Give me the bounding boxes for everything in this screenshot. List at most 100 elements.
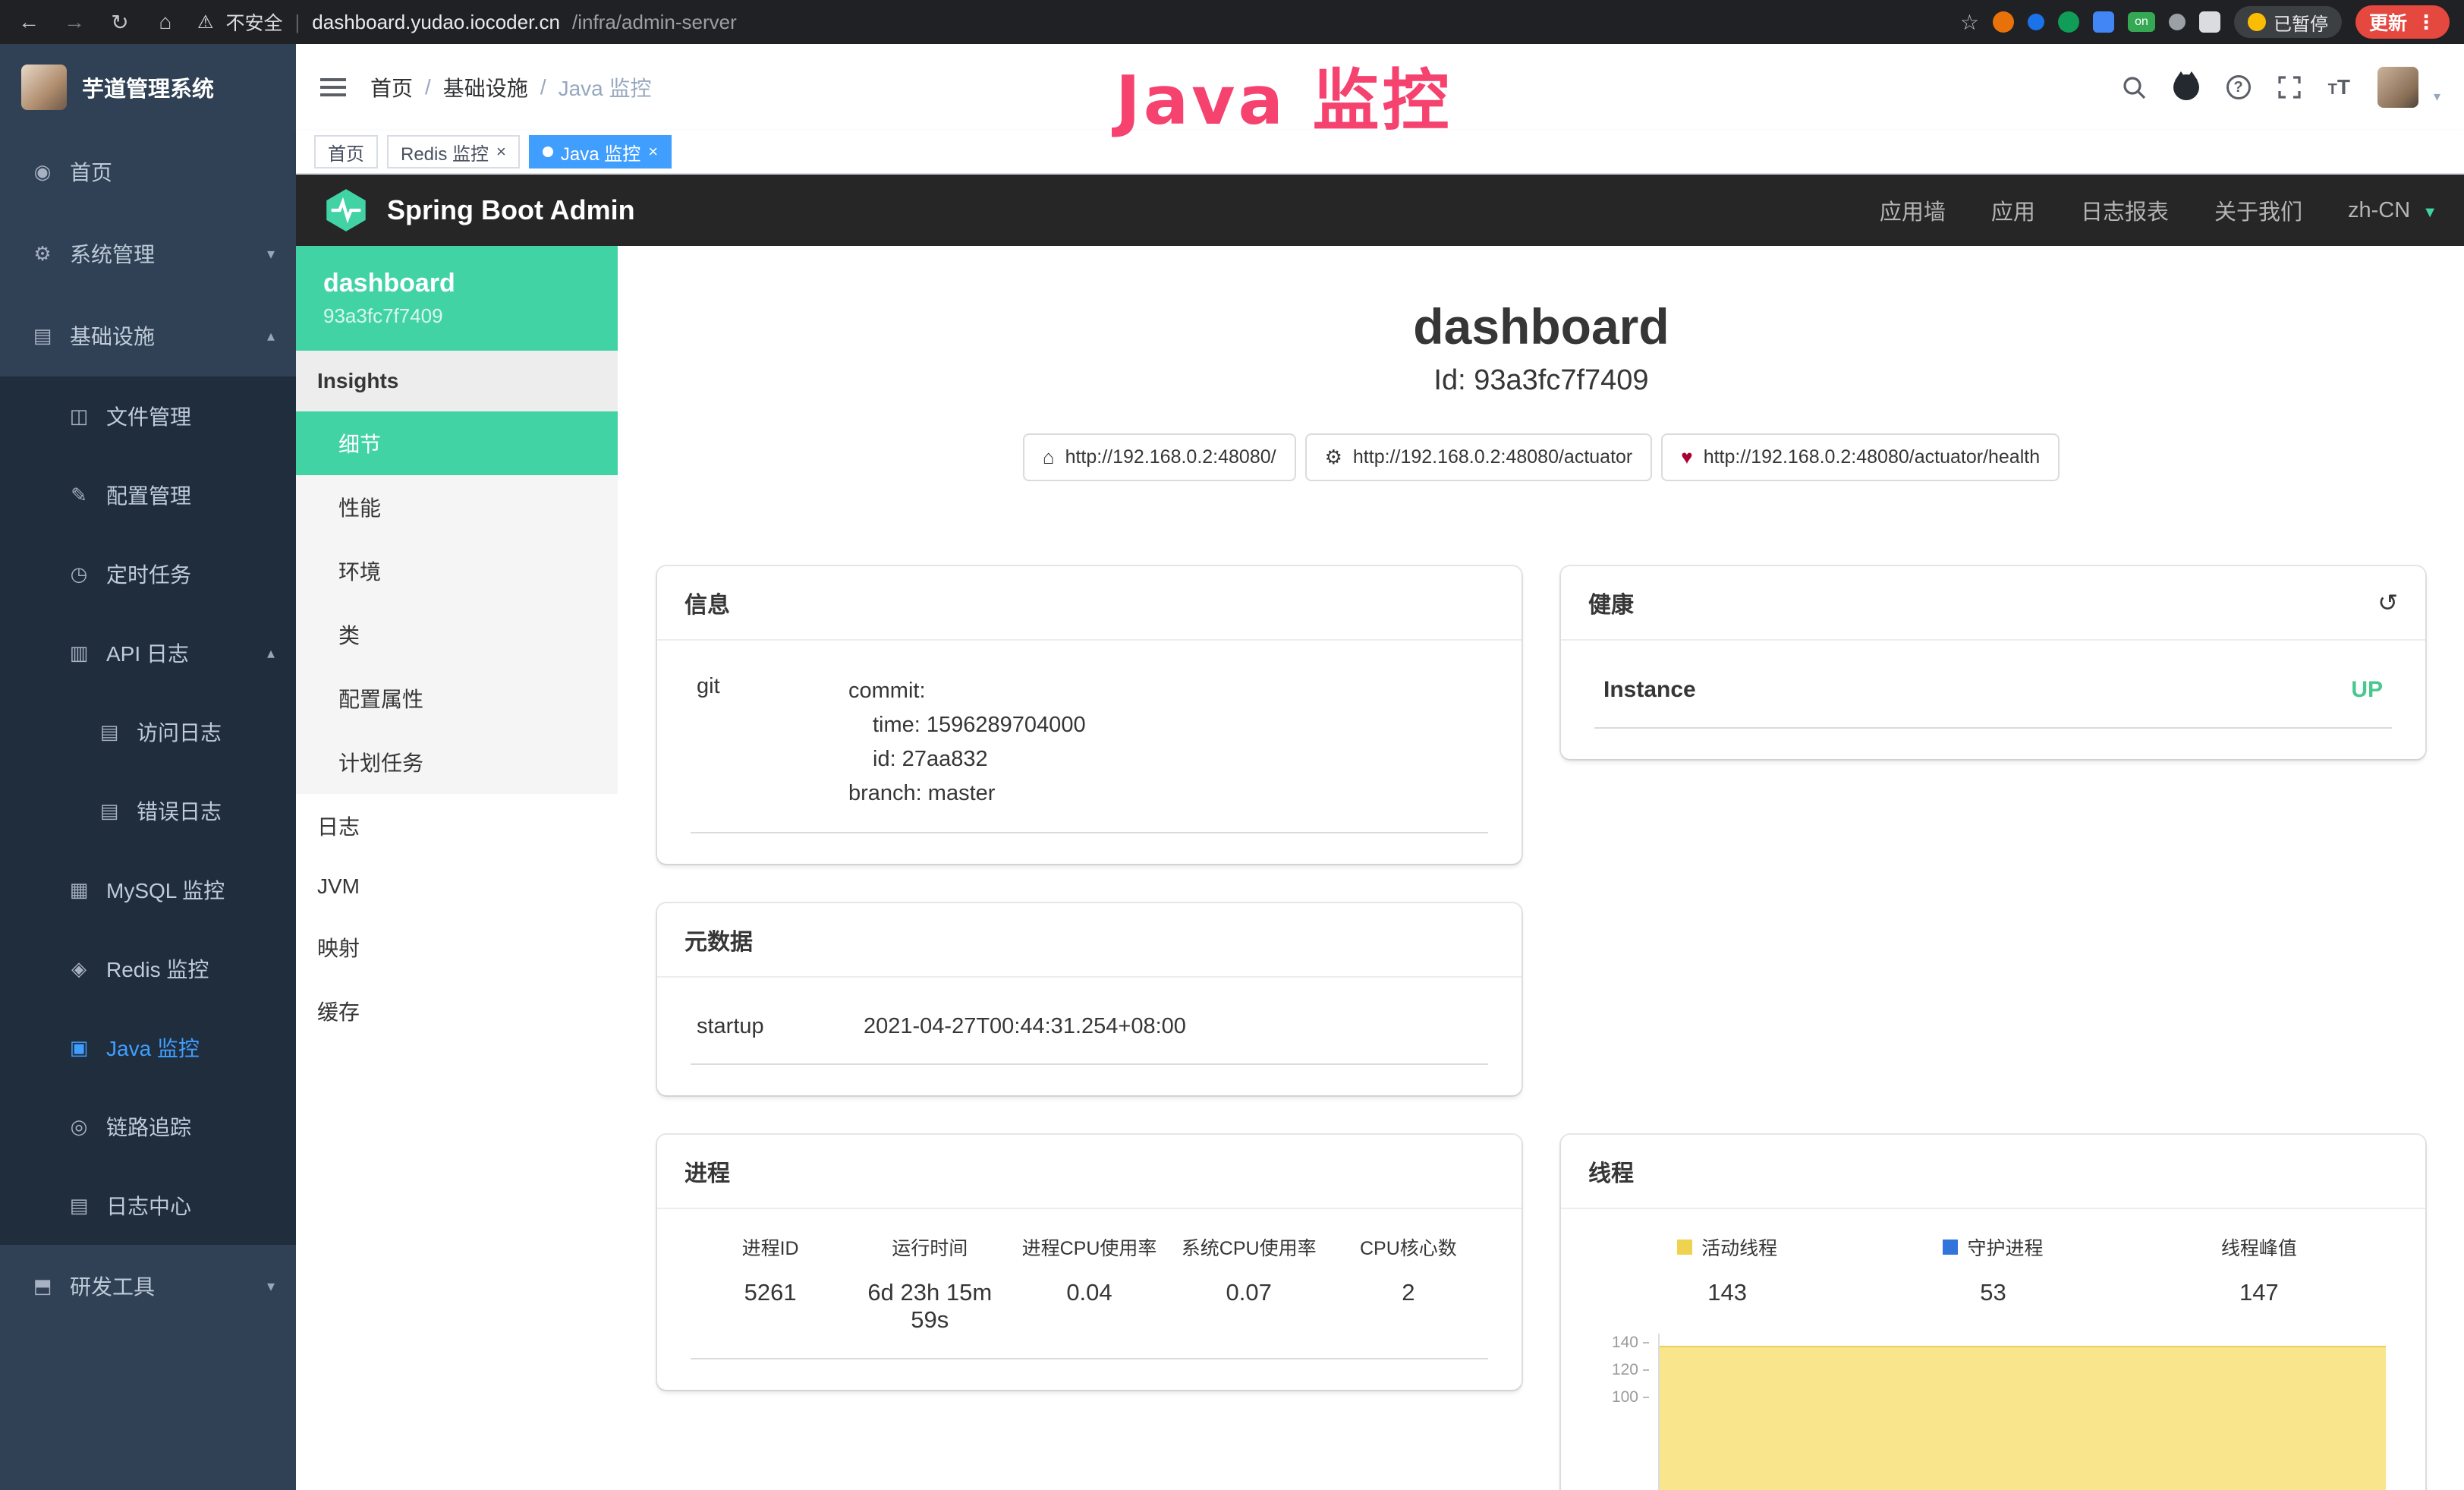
sba-brand[interactable]: Spring Boot Admin bbox=[387, 194, 635, 226]
sidebar-item-trace[interactable]: ◎ 链路追踪 bbox=[0, 1087, 296, 1166]
app-sidebar: 芋道管理系统 ◉ 首页 ⚙ 系统管理 ▾ ▤ 基础设施 ▴ ◫ 文件管理 bbox=[0, 44, 296, 1490]
sidebar-item-mysql-monitor[interactable]: ▦ MySQL 监控 bbox=[0, 850, 296, 929]
menu-kebab-icon[interactable]: ⋮ bbox=[2416, 11, 2436, 34]
font-size-icon[interactable]: TT bbox=[2328, 75, 2350, 99]
sba-item-jvm[interactable]: JVM bbox=[296, 858, 618, 915]
legend-swatch-daemon bbox=[1943, 1240, 1958, 1255]
header-actions: ? TT ▾ bbox=[2122, 67, 2440, 108]
breadcrumb-separator: / bbox=[540, 75, 546, 99]
fullscreen-icon[interactable] bbox=[2278, 76, 2301, 99]
sidebar-item-scheduled-tasks[interactable]: ◷ 定时任务 bbox=[0, 534, 296, 613]
sba-navbar: Spring Boot Admin 应用墙 应用 日志报表 关于我们 zh-CN… bbox=[296, 175, 2464, 246]
sba-nav-wallboard[interactable]: 应用墙 bbox=[1880, 194, 1946, 226]
sidebar-item-config-management[interactable]: ✎ 配置管理 bbox=[0, 455, 296, 534]
sba-item-logs[interactable]: 日志 bbox=[296, 794, 618, 858]
cpu-cores: 2 bbox=[1329, 1279, 1488, 1334]
status-badge: UP bbox=[2351, 677, 2383, 703]
extension-icon-1[interactable] bbox=[1993, 11, 2014, 33]
security-label: 不安全 bbox=[226, 8, 283, 36]
sidebar-item-label: 首页 bbox=[70, 156, 112, 187]
tab-java-monitor[interactable]: Java 监控 × bbox=[529, 135, 672, 169]
sidebar-item-java-monitor[interactable]: ▣ Java 监控 bbox=[0, 1008, 296, 1087]
threads-card: 线程 活动线程 143 bbox=[1561, 1135, 2425, 1490]
back-icon[interactable]: ← bbox=[15, 10, 42, 34]
sba-item-classes[interactable]: 类 bbox=[296, 603, 618, 666]
home-icon[interactable]: ⌂ bbox=[152, 10, 179, 34]
extension-icon-5[interactable] bbox=[2169, 14, 2186, 30]
sidebar-item-log-center[interactable]: ▤ 日志中心 bbox=[0, 1166, 296, 1245]
instance-header[interactable]: dashboard 93a3fc7f7409 bbox=[296, 246, 618, 351]
actuator-url-button[interactable]: ⚙ http://192.168.0.2:48080/actuator bbox=[1305, 433, 1653, 481]
chevron-up-icon: ▴ bbox=[267, 326, 275, 345]
sidebar-item-api-logs[interactable]: ▥ API 日志 ▴ bbox=[0, 613, 296, 692]
sba-nav-language[interactable]: zh-CN ▼ bbox=[2348, 198, 2437, 223]
search-icon[interactable] bbox=[2122, 75, 2146, 99]
trace-icon: ◎ bbox=[67, 1115, 91, 1139]
sidebar-item-error-logs[interactable]: ▤ 错误日志 bbox=[0, 771, 296, 850]
chevron-down-icon[interactable]: ▾ bbox=[2434, 89, 2440, 108]
redis-icon: ◈ bbox=[67, 957, 91, 981]
close-icon[interactable]: × bbox=[496, 142, 506, 162]
extension-icon-3[interactable] bbox=[2058, 11, 2079, 33]
extension-puzzle-icon[interactable] bbox=[2199, 11, 2220, 33]
sidebar-item-infrastructure[interactable]: ▤ 基础设施 ▴ bbox=[0, 295, 296, 376]
sba-item-caches[interactable]: 缓存 bbox=[296, 979, 618, 1043]
breadcrumb-infrastructure[interactable]: 基础设施 bbox=[443, 72, 528, 102]
close-icon[interactable]: × bbox=[648, 142, 658, 162]
sba-nav-journal[interactable]: 日志报表 bbox=[2081, 194, 2169, 226]
sidebar-item-redis-monitor[interactable]: ◈ Redis 监控 bbox=[0, 929, 296, 1008]
sba-item-metrics[interactable]: 性能 bbox=[296, 475, 618, 539]
extension-on-icon[interactable]: on bbox=[2128, 12, 2155, 32]
health-url-button[interactable]: ♥ http://192.168.0.2:48080/actuator/heal… bbox=[1661, 433, 2060, 481]
sba-item-scheduled-tasks[interactable]: 计划任务 bbox=[296, 730, 618, 794]
sidebar-item-home[interactable]: ◉ 首页 bbox=[0, 131, 296, 213]
tab-redis-monitor[interactable]: Redis 监控 × bbox=[387, 135, 520, 169]
instance-id: 93a3fc7f7409 bbox=[323, 304, 590, 328]
tools-icon: ⬒ bbox=[30, 1274, 55, 1298]
sba-nav-about[interactable]: 关于我们 bbox=[2214, 194, 2302, 226]
url-host[interactable]: dashboard.yudao.iocoder.cn bbox=[312, 11, 560, 34]
collapse-sidebar-icon[interactable] bbox=[320, 78, 346, 96]
tab-home[interactable]: 首页 bbox=[314, 135, 378, 169]
update-button[interactable]: 更新 ⋮ bbox=[2355, 5, 2450, 39]
sidebar-item-label: 日志中心 bbox=[106, 1190, 191, 1221]
help-icon[interactable]: ? bbox=[2226, 75, 2251, 99]
extension-icon-2[interactable] bbox=[2028, 14, 2044, 30]
reload-icon[interactable]: ↻ bbox=[106, 10, 134, 35]
access-log-icon: ▤ bbox=[97, 720, 121, 744]
threads-legend: 活动线程 143 守护进程 bbox=[1594, 1233, 2392, 1306]
sidebar-item-label: 访问日志 bbox=[137, 717, 222, 747]
annotation-overlay: Java 监控 bbox=[1116, 47, 1452, 143]
sba-item-environment[interactable]: 环境 bbox=[296, 539, 618, 603]
column-header: 进程CPU使用率 bbox=[1009, 1233, 1169, 1261]
history-icon[interactable]: ↺ bbox=[2377, 588, 2398, 617]
security-warning-icon[interactable]: ⚠ bbox=[197, 11, 214, 33]
sidebar-item-access-logs[interactable]: ▤ 访问日志 bbox=[0, 692, 296, 771]
metadata-row: startup 2021-04-27T00:44:31.254+08:00 bbox=[691, 1002, 1488, 1065]
service-url-button[interactable]: ⌂ http://192.168.0.2:48080/ bbox=[1023, 433, 1296, 481]
sba-item-details[interactable]: 细节 bbox=[296, 411, 618, 475]
sidebar-item-system[interactable]: ⚙ 系统管理 ▾ bbox=[0, 213, 296, 295]
sba-item-mappings[interactable]: 映射 bbox=[296, 915, 618, 979]
sidebar-item-dev-tools[interactable]: ⬒ 研发工具 ▾ bbox=[0, 1245, 296, 1327]
chart-plot-area bbox=[1658, 1334, 2386, 1490]
address-bar[interactable]: ⚠ 不安全 | dashboard.yudao.iocoder.cn/infra… bbox=[197, 8, 1942, 36]
sba-sidebar: dashboard 93a3fc7f7409 Insights 细节 性能 环境… bbox=[296, 246, 618, 1490]
url-path[interactable]: /infra/admin-server bbox=[572, 11, 737, 34]
bookmark-star-icon[interactable]: ☆ bbox=[1960, 10, 1979, 35]
language-label: zh-CN bbox=[2348, 198, 2410, 222]
paused-badge[interactable]: 已暂停 bbox=[2234, 6, 2342, 38]
sidebar-item-file-management[interactable]: ◫ 文件管理 bbox=[0, 376, 296, 455]
sba-item-config-props[interactable]: 配置属性 bbox=[296, 666, 618, 730]
chevron-up-icon: ▴ bbox=[267, 644, 275, 663]
avatar[interactable] bbox=[2377, 67, 2418, 108]
sidebar-item-label: Java 监控 bbox=[106, 1032, 200, 1063]
extension-icon-4[interactable] bbox=[2093, 11, 2114, 33]
sba-nav-applications[interactable]: 应用 bbox=[1991, 194, 2035, 226]
tab-label: 首页 bbox=[328, 139, 364, 165]
github-icon[interactable] bbox=[2173, 74, 2199, 100]
breadcrumb: 首页 / 基础设施 / Java 监控 bbox=[370, 72, 652, 102]
breadcrumb-home[interactable]: 首页 bbox=[370, 72, 413, 102]
sidebar-item-label: Redis 监控 bbox=[106, 953, 209, 984]
forward-icon[interactable]: → bbox=[61, 10, 88, 34]
